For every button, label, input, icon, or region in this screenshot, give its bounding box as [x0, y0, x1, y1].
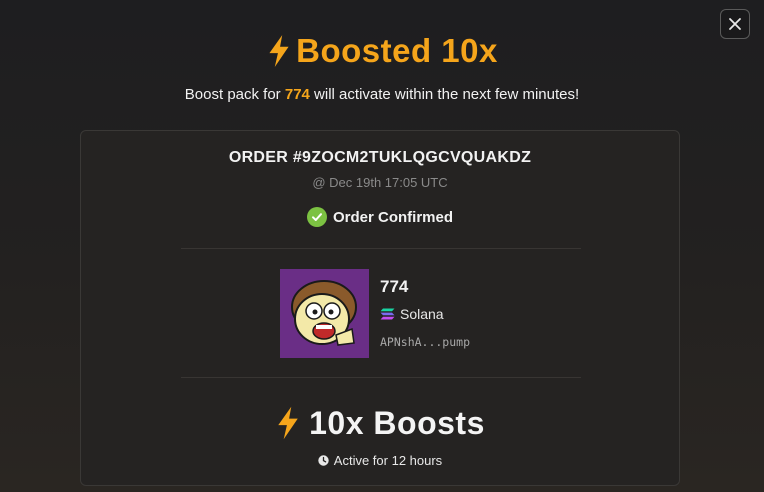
solana-icon — [380, 308, 395, 320]
order-status: Order Confirmed — [81, 205, 679, 229]
order-id: ORDER #9ZOCM2TUKLQGCVQUAKDZ — [228, 149, 532, 166]
token-name: 774 — [380, 277, 409, 296]
chain-name: Solana — [400, 306, 444, 322]
order-status-text: Order Confirmed — [332, 208, 453, 226]
modal-header: Boosted 10x — [0, 28, 764, 74]
lightning-icon — [269, 35, 289, 67]
boost-duration-text: Active for 12 hours — [333, 452, 443, 468]
subtitle-prefix: Boost pack for — [184, 86, 285, 103]
check-circle-icon — [306, 207, 327, 227]
boost-summary: 10x Boosts — [81, 401, 679, 445]
clock-icon — [318, 454, 329, 466]
token-image — [280, 269, 369, 358]
modal-title: Boosted 10x — [296, 32, 498, 69]
lightning-icon — [278, 406, 298, 440]
order-card: ORDER #9ZOCM2TUKLQGCVQUAKDZ @ Dec 19th 1… — [80, 130, 680, 486]
token-chain: Solana — [380, 305, 444, 323]
subtitle-suffix: will activate within the next few minute… — [309, 86, 580, 103]
boost-duration: Active for 12 hours — [81, 451, 679, 469]
token-address[interactable]: APNshA...pump — [380, 335, 470, 349]
divider — [181, 248, 581, 249]
subtitle-token: 774 — [284, 86, 310, 103]
modal-subtitle: Boost pack for 774 will activate within … — [0, 86, 764, 103]
divider — [181, 377, 581, 378]
boost-amount: 10x Boosts — [309, 404, 485, 441]
order-date: @ Dec 19th 17:05 UTC — [312, 175, 448, 190]
